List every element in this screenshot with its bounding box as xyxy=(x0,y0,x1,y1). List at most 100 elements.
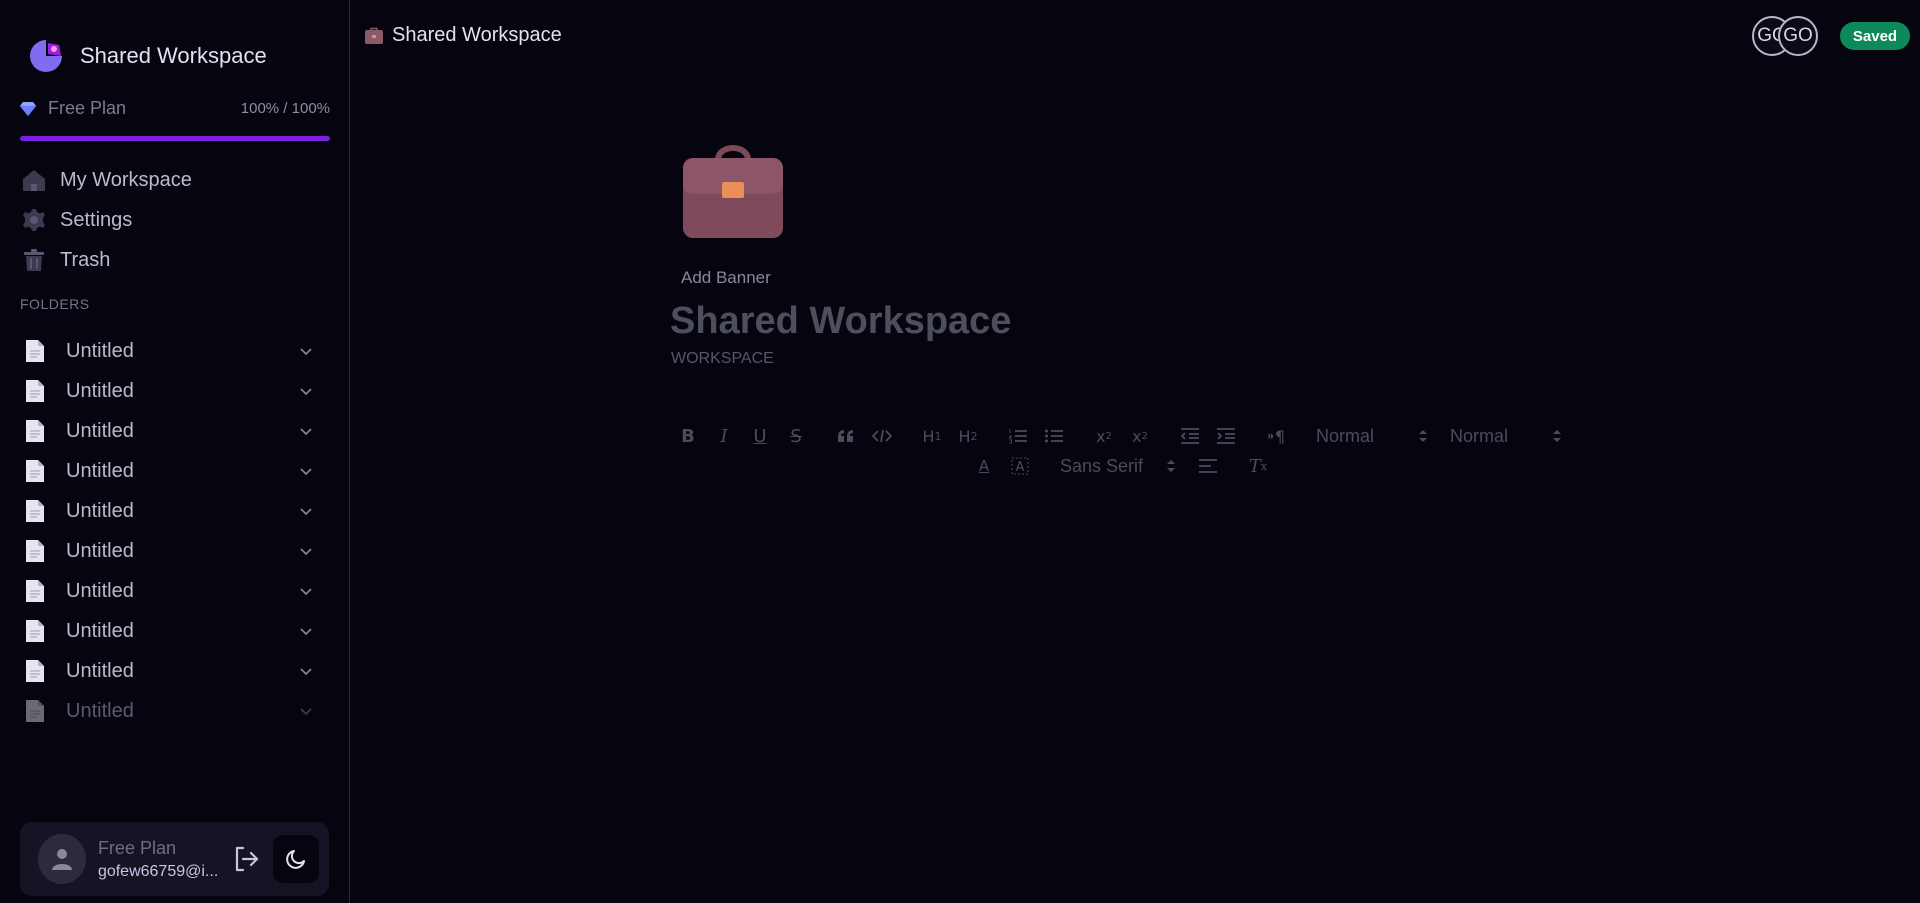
text-direction-button[interactable]: ⁍¶ xyxy=(1258,422,1294,450)
sidebar-item-label: Trash xyxy=(60,248,111,271)
sidebar-item-label: Settings xyxy=(60,208,133,231)
avatar[interactable] xyxy=(38,834,86,884)
superscript-button[interactable]: x2 xyxy=(1122,422,1158,450)
folder-label: Untitled xyxy=(66,339,134,362)
code-block-button[interactable] xyxy=(864,422,900,450)
folder-item[interactable]: Untitled xyxy=(20,571,320,611)
workspace-name: Shared Workspace xyxy=(80,43,267,68)
chevron-down-icon[interactable] xyxy=(298,423,314,439)
editor-toolbar: B I U S H1 H2 x2 x2 ⁍¶ Normal Normal xyxy=(670,422,1562,450)
home-icon xyxy=(20,166,48,194)
chevron-down-icon[interactable] xyxy=(298,583,314,599)
workspace-brand[interactable]: Shared Workspace xyxy=(28,38,267,74)
sidebar-item-settings[interactable]: Settings xyxy=(20,200,330,240)
header-select[interactable]: Normal xyxy=(1308,426,1428,447)
folders-heading: FOLDERS xyxy=(20,296,90,312)
italic-button[interactable]: I xyxy=(706,422,742,450)
logout-button[interactable] xyxy=(227,839,265,879)
bullet-list-button[interactable] xyxy=(1036,422,1072,450)
background-color-button[interactable]: A xyxy=(1002,452,1038,480)
highlight-icon: A xyxy=(1011,457,1029,475)
folder-item[interactable]: Untitled xyxy=(20,371,320,411)
folder-item[interactable]: Untitled xyxy=(20,491,320,531)
document-icon xyxy=(26,420,44,442)
sidebar-nav: My Workspace Settings Trash xyxy=(20,160,330,280)
trash-icon xyxy=(20,246,48,274)
breadcrumb[interactable]: Shared Workspace xyxy=(364,24,562,47)
user-plan: Free Plan xyxy=(97,837,176,858)
moon-icon xyxy=(286,850,305,869)
subscript-button[interactable]: x2 xyxy=(1086,422,1122,450)
select-arrows-icon xyxy=(1167,460,1175,472)
strike-button[interactable]: S xyxy=(778,422,814,450)
document-icon xyxy=(26,380,44,402)
font-select[interactable]: Sans Serif xyxy=(1052,456,1176,477)
blockquote-button[interactable] xyxy=(828,422,864,450)
bold-button[interactable]: B xyxy=(670,422,706,450)
chevron-down-icon[interactable] xyxy=(298,383,314,399)
folder-item[interactable]: Untitled xyxy=(20,331,320,371)
chevron-down-icon[interactable] xyxy=(298,503,314,519)
user-email: gofew66759@i... xyxy=(97,862,219,880)
chevron-down-icon[interactable] xyxy=(298,623,314,639)
folder-label: Untitled xyxy=(66,699,134,722)
document-title[interactable]: Shared Workspace xyxy=(670,300,1011,343)
editor-toolbar-row-2: A A Sans Serif Tx xyxy=(966,452,1276,480)
chevron-down-icon[interactable] xyxy=(298,543,314,559)
folder-label: Untitled xyxy=(66,659,134,682)
user-card: Free Plan gofew66759@i... xyxy=(20,822,329,896)
folder-label: Untitled xyxy=(66,579,134,602)
heading-2-button[interactable]: H2 xyxy=(950,422,986,450)
indent-button[interactable] xyxy=(1208,422,1244,450)
sidebar-item-trash[interactable]: Trash xyxy=(20,240,330,280)
underline-button[interactable]: U xyxy=(742,422,778,450)
gear-icon xyxy=(20,206,48,234)
ordered-list-button[interactable] xyxy=(1000,422,1036,450)
select-arrows-icon xyxy=(1419,430,1427,442)
chevron-down-icon[interactable] xyxy=(298,463,314,479)
size-select[interactable]: Normal xyxy=(1442,426,1562,447)
collaborator-avatar[interactable]: GO xyxy=(1778,16,1818,56)
chevron-down-icon[interactable] xyxy=(298,663,314,679)
document-icon xyxy=(26,660,44,682)
document-icon xyxy=(26,500,44,522)
folder-item[interactable]: Untitled xyxy=(20,411,320,451)
quote-icon xyxy=(838,430,853,442)
ordered-list-icon xyxy=(1008,429,1027,444)
header-select-value: Normal xyxy=(1316,425,1375,446)
align-left-icon xyxy=(1199,459,1217,473)
logout-icon xyxy=(235,846,258,872)
folder-item[interactable]: Untitled xyxy=(20,651,320,691)
chevron-down-icon[interactable] xyxy=(298,343,314,359)
heading-1-button[interactable]: H1 xyxy=(914,422,950,450)
collaborators: GO GO xyxy=(1752,16,1818,56)
outdent-button[interactable] xyxy=(1172,422,1208,450)
document-icon[interactable] xyxy=(680,140,786,240)
folder-item[interactable]: Untitled xyxy=(20,611,320,651)
folder-item[interactable]: Untitled xyxy=(20,691,320,731)
folder-item[interactable]: Untitled xyxy=(20,451,320,491)
folder-item[interactable]: Untitled xyxy=(20,531,320,571)
theme-toggle-button[interactable] xyxy=(272,835,319,883)
text-color-button[interactable]: A xyxy=(966,452,1002,480)
add-banner-button[interactable]: Add Banner xyxy=(681,268,771,288)
indent-icon xyxy=(1217,428,1235,444)
plan-usage-row: Free Plan 100% / 100% xyxy=(20,98,330,119)
plan-progress-bar xyxy=(20,136,330,141)
size-select-value: Normal xyxy=(1450,425,1509,446)
document-icon xyxy=(26,460,44,482)
folder-label: Untitled xyxy=(66,619,134,642)
status-badge: Saved xyxy=(1840,22,1910,50)
briefcase-icon xyxy=(683,145,783,238)
briefcase-icon xyxy=(365,27,383,44)
plan-usage: 100% / 100% xyxy=(240,100,330,117)
align-button[interactable] xyxy=(1190,452,1226,480)
folder-label: Untitled xyxy=(66,419,134,442)
folder-label: Untitled xyxy=(66,499,134,522)
sidebar-item-my-workspace[interactable]: My Workspace xyxy=(20,160,330,200)
chevron-down-icon[interactable] xyxy=(298,703,314,719)
folder-label: Untitled xyxy=(66,379,134,402)
bullet-list-icon xyxy=(1045,429,1063,443)
breadcrumb-title: Shared Workspace xyxy=(392,24,562,46)
clear-format-button[interactable]: Tx xyxy=(1240,452,1276,480)
